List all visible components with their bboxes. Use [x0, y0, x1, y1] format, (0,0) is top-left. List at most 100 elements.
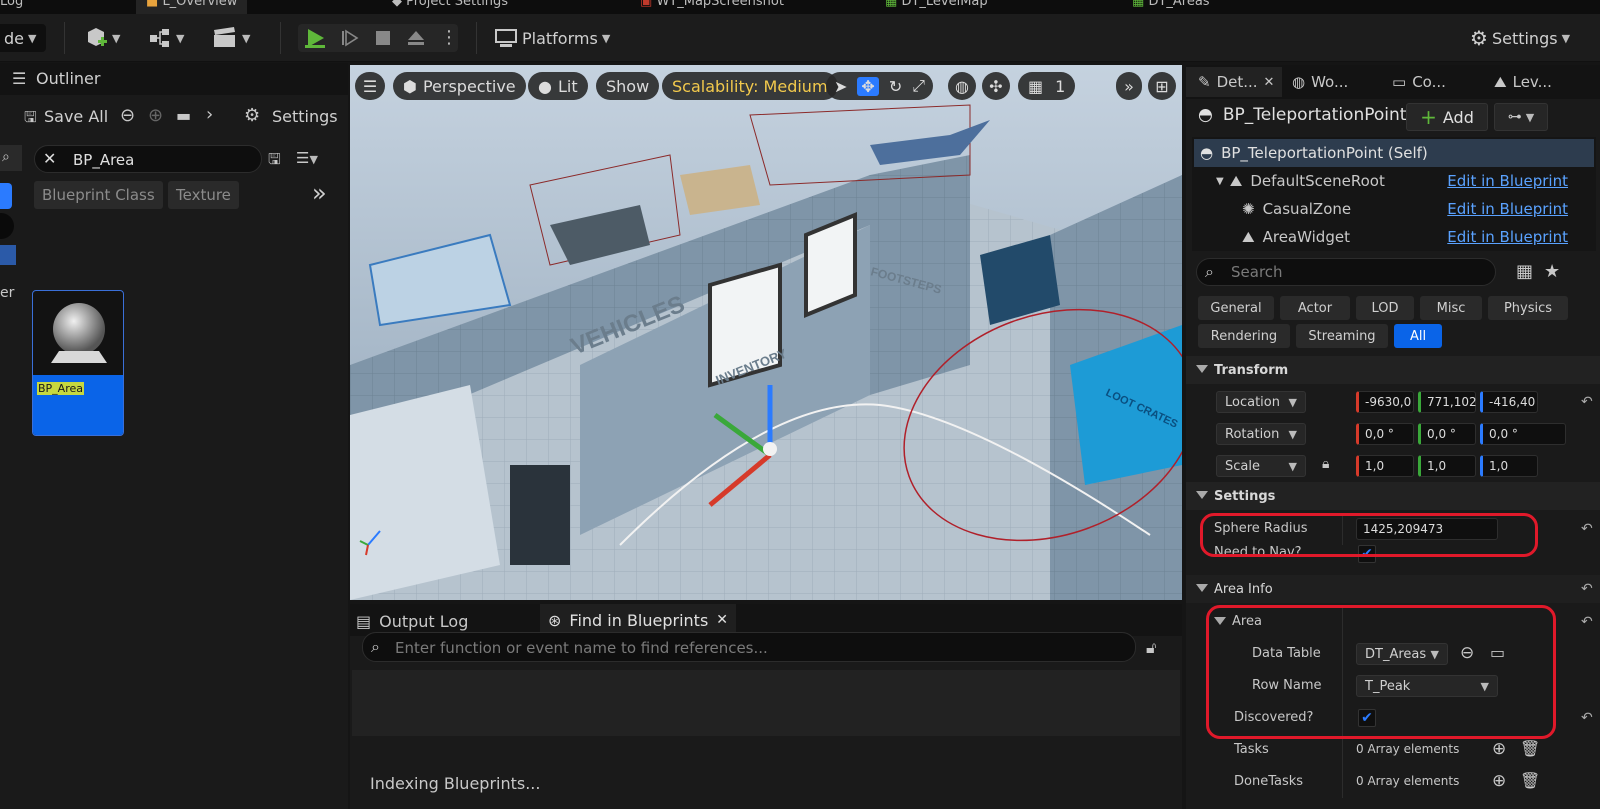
scalability-button[interactable]: Scalability: Medium	[662, 72, 838, 100]
select-tool-icon[interactable]: ➤	[834, 77, 847, 96]
show-button[interactable]: Show	[596, 72, 660, 100]
reset-arrow-icon[interactable]: ↶	[1581, 710, 1593, 726]
lit-button[interactable]: ● Lit	[528, 72, 588, 100]
play-icon[interactable]	[304, 27, 326, 49]
section-settings[interactable]: Settings	[1186, 482, 1600, 510]
save-all-button[interactable]: Save All	[44, 107, 108, 126]
filter-chip-blueprint-class[interactable]: Blueprint Class	[34, 181, 163, 209]
level-viewport[interactable]: VEHICLES INVENTORY FOOTSTEPS LOOT CRATES…	[350, 65, 1182, 600]
rotation-y-field[interactable]: 0,0 °	[1418, 423, 1476, 445]
expand-filters-icon[interactable]: »	[312, 179, 327, 207]
close-icon[interactable]: ✕	[716, 612, 728, 628]
category-all[interactable]: All	[1394, 324, 1442, 348]
search-side-icon[interactable]: ⌕	[0, 145, 22, 171]
add-element-icon[interactable]: ⊕	[1492, 739, 1506, 759]
edit-in-blueprint-link[interactable]: Edit in Blueprint	[1447, 172, 1568, 190]
save-search-icon[interactable]: 🖫	[268, 149, 281, 174]
close-icon[interactable]: ✕	[1264, 75, 1275, 90]
stop-icon[interactable]	[374, 29, 392, 47]
category-rendering[interactable]: Rendering	[1198, 324, 1290, 348]
outliner-tab[interactable]: Outliner	[36, 69, 100, 88]
reset-arrow-icon[interactable]: ↶	[1581, 394, 1593, 410]
location-y-field[interactable]: 771,102	[1418, 391, 1477, 413]
category-streaming[interactable]: Streaming	[1296, 324, 1388, 348]
edit-in-blueprint-link[interactable]: Edit in Blueprint	[1447, 200, 1568, 218]
lock-icon[interactable]: 🔒︎	[1322, 456, 1329, 472]
skip-forward-icon[interactable]	[340, 28, 360, 48]
category-general[interactable]: General	[1198, 296, 1274, 320]
tab-content-browser[interactable]: ▭ Co...	[1392, 67, 1446, 97]
section-area-info[interactable]: Area Info ↶	[1186, 575, 1600, 603]
filter-toggle-icon[interactable]	[0, 183, 12, 209]
favorites-star-icon[interactable]: ★	[1544, 261, 1560, 282]
reset-arrow-icon[interactable]: ↶	[1581, 521, 1593, 537]
edit-in-blueprint-link[interactable]: Edit in Blueprint	[1447, 228, 1568, 246]
clear-search-icon[interactable]: ✕	[43, 149, 56, 168]
asset-search-input[interactable]: ✕ BP_Area	[34, 145, 262, 173]
perspective-button[interactable]: ⬢ Perspective	[393, 72, 526, 100]
back-icon[interactable]: ⊖	[120, 105, 135, 126]
blueprint-options-button[interactable]: ⊶ ▼	[1494, 103, 1548, 131]
tab-dt-areas[interactable]: ▦ DT_Areas	[1132, 0, 1210, 14]
grid-snap-button[interactable]: ▦ 1	[1018, 72, 1076, 100]
rotation-mode-dropdown[interactable]: Rotation ▼	[1216, 423, 1306, 445]
tab-levels[interactable]: ⛰ Lev...	[1494, 67, 1552, 97]
rotate-tool-icon[interactable]: ↻	[889, 77, 902, 96]
move-tool-icon[interactable]: ✥	[857, 76, 879, 96]
add-actor-button[interactable]: ▼	[84, 24, 120, 52]
tab-project-settings[interactable]: ◆ Project Settings	[392, 0, 508, 14]
tab-world-settings[interactable]: ◍ Wo...	[1292, 67, 1348, 97]
folder-icon[interactable]: ▬	[176, 106, 191, 125]
category-physics[interactable]: Physics	[1488, 296, 1568, 320]
blueprint-menu-button[interactable]: ▼	[148, 24, 184, 52]
filter-icon[interactable]: ☰▼	[296, 149, 318, 167]
property-matrix-icon[interactable]: ▦	[1516, 261, 1533, 282]
reset-arrow-icon[interactable]: ↶	[1581, 581, 1593, 597]
location-x-field[interactable]: -9630,0	[1356, 391, 1414, 413]
tab-output-log[interactable]: ▤ Output Log	[356, 608, 468, 634]
asset-tile-bp-area[interactable]: BP_Area	[32, 290, 124, 436]
world-local-toggle[interactable]: ◍	[948, 72, 976, 100]
scale-z-field[interactable]: 1,0	[1480, 455, 1538, 477]
category-misc[interactable]: Misc	[1420, 296, 1482, 320]
scale-x-field[interactable]: 1,0	[1356, 455, 1414, 477]
outliner-settings-button[interactable]: Settings	[272, 107, 338, 126]
viewport-layout-button[interactable]: ⊞	[1148, 72, 1176, 100]
filter-chip-texture[interactable]: Texture	[168, 181, 239, 209]
trash-icon[interactable]: 🗑︎	[1520, 771, 1540, 790]
add-element-icon[interactable]: ⊕	[1492, 771, 1506, 791]
reset-arrow-icon[interactable]: ↶	[1581, 614, 1593, 630]
component-self[interactable]: ◓ BP_TeleportationPoint (Self)	[1194, 139, 1594, 167]
add-component-button[interactable]: + Add	[1406, 103, 1488, 131]
unlock-icon[interactable]: 🔓︎	[1146, 638, 1156, 658]
details-search-input[interactable]: ⌕ Search	[1196, 258, 1496, 286]
category-lod[interactable]: LOD	[1356, 296, 1414, 320]
tab-log[interactable]: Log	[0, 0, 23, 14]
side-selected-item[interactable]	[0, 245, 16, 265]
find-blueprints-search[interactable]: ⌕ Enter function or event name to find r…	[362, 632, 1136, 662]
location-z-field[interactable]: -416,40	[1480, 391, 1538, 413]
cinematics-button[interactable]: ▼	[212, 24, 250, 52]
scale-y-field[interactable]: 1,0	[1418, 455, 1476, 477]
trash-icon[interactable]: 🗑︎	[1520, 739, 1540, 758]
viewport-menu-button[interactable]: ☰	[355, 72, 385, 100]
surface-snapping-button[interactable]: ✣	[982, 72, 1010, 100]
tab-dt-levelmap[interactable]: ▦ DT_LevelMap	[885, 0, 988, 14]
rotation-z-field[interactable]: 0,0 °	[1480, 423, 1566, 445]
platforms-button[interactable]: Platforms ▼	[494, 24, 610, 52]
scale-mode-dropdown[interactable]: Scale ▼	[1216, 455, 1306, 477]
component-defaultsceneroot[interactable]: ▼ ⛰ DefaultSceneRoot Edit in Blueprint	[1194, 167, 1594, 195]
mode-selector[interactable]: de ▼	[0, 24, 46, 52]
location-mode-dropdown[interactable]: Location ▼	[1216, 391, 1306, 413]
settings-button[interactable]: ⚙ Settings ▼	[1470, 24, 1570, 52]
chevron-right-icon[interactable]: ›	[206, 104, 213, 125]
eject-icon[interactable]	[406, 28, 426, 48]
component-casualzone[interactable]: ✺ CasualZone Edit in Blueprint	[1194, 195, 1594, 223]
tab-wt-mapscreenshot[interactable]: ▣ WT_MapScreenshot	[640, 0, 784, 14]
expand-toolbar-button[interactable]: »	[1116, 72, 1142, 100]
tab-details[interactable]: ✎ Det... ✕	[1186, 67, 1283, 97]
forward-icon[interactable]: ⊕	[148, 105, 163, 126]
component-areawidget[interactable]: ⛰ AreaWidget Edit in Blueprint	[1194, 223, 1594, 251]
tab-l-overview[interactable]: ■ L_Overview	[136, 0, 248, 14]
more-options-icon[interactable]: ⋮	[440, 29, 458, 47]
